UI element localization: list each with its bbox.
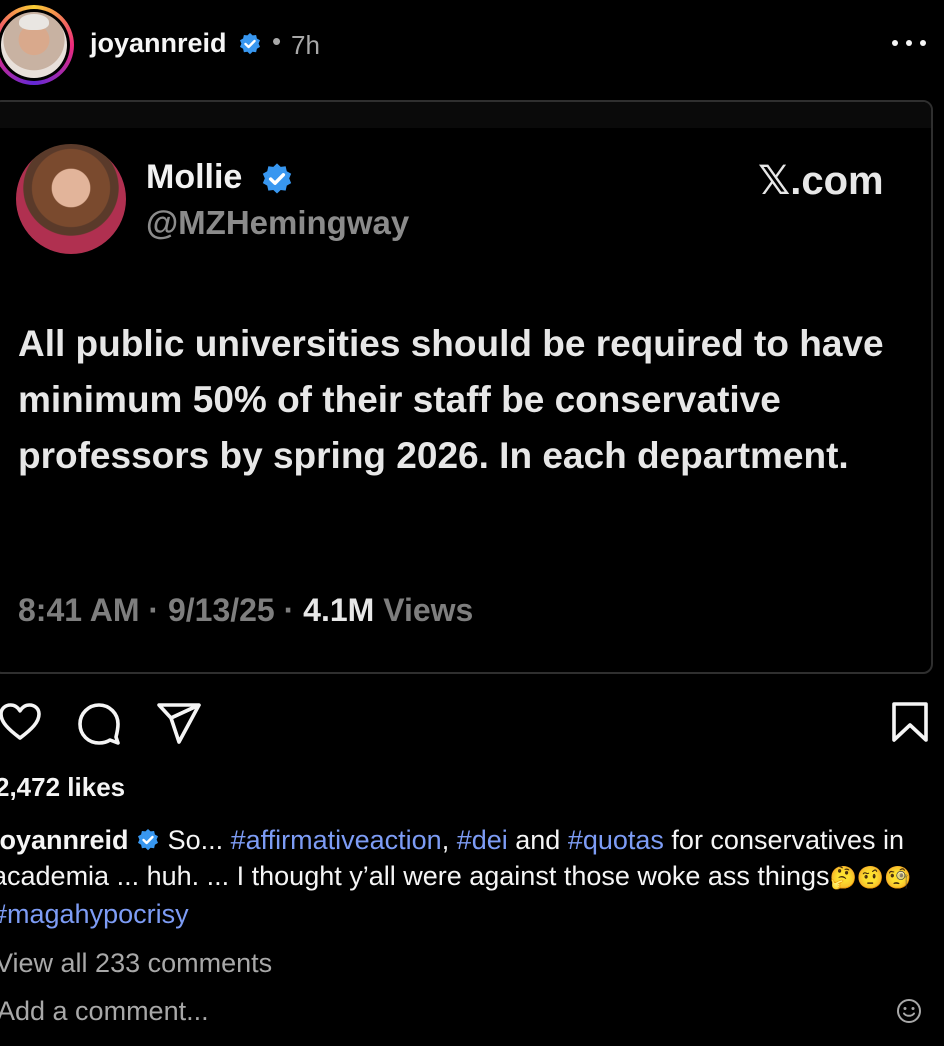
tweet-meta: 8:41 AM · 9/13/25 · 4.1M Views <box>18 592 473 629</box>
tweet-author-handle: @MZHemingway <box>146 204 410 241</box>
caption-emojis: 🤔🤨🧐 <box>829 865 912 890</box>
card-top-bar <box>0 102 931 128</box>
view-all-comments-link[interactable]: View all 233 comments <box>0 948 272 979</box>
caption-text: and <box>507 825 568 855</box>
avatar-border <box>0 9 70 81</box>
hashtag-link[interactable]: #affirmativeaction <box>231 825 442 855</box>
send-icon <box>157 703 201 744</box>
hashtag-link[interactable]: #dei <box>457 825 508 855</box>
comment-icon <box>78 703 120 745</box>
comment-button[interactable] <box>75 700 123 746</box>
tweet-author-avatar <box>16 144 126 254</box>
meta-separator: · <box>148 592 160 628</box>
add-comment-input[interactable]: Add a comment... <box>0 996 209 1027</box>
separator-dot: • <box>272 26 282 56</box>
tweet-date: 9/13/25 <box>167 592 275 628</box>
tweet-text: All public universities should be requir… <box>18 323 884 476</box>
caption-text: So... <box>167 825 231 855</box>
more-dot-icon <box>920 40 926 46</box>
tweet-author-name: Mollie <box>146 158 243 196</box>
meta-separator: · <box>283 592 295 628</box>
embedded-tweet-card[interactable]: Mollie @MZHemingway 𝕏.com All public uni… <box>0 100 933 674</box>
caption-username[interactable]: joyannreid <box>0 825 129 855</box>
caption-verified-badge-icon <box>138 828 159 851</box>
avatar-hair <box>19 14 49 30</box>
tweet-verified-badge-icon <box>262 163 292 194</box>
username[interactable]: joyannreid <box>90 28 227 59</box>
story-ring[interactable] <box>0 5 74 85</box>
more-options-button[interactable] <box>888 28 932 58</box>
post-caption: joyannreid So... #affirmativeaction, #de… <box>0 822 936 932</box>
more-dot-icon <box>906 40 912 46</box>
verified-badge-icon <box>240 33 260 55</box>
tweet-views-label: Views <box>383 592 474 628</box>
bookmark-icon <box>892 702 928 742</box>
heart-icon <box>0 703 41 740</box>
caption-text: , <box>441 825 457 855</box>
post-header: joyannreid • 7h <box>0 0 944 90</box>
tweet-time: 8:41 AM <box>18 592 140 628</box>
tweet-source-label: 𝕏.com <box>758 159 884 203</box>
smiley-icon <box>897 999 921 1023</box>
hashtag-link[interactable]: #magahypocrisy <box>0 899 189 929</box>
hashtag-link[interactable]: #quotas <box>568 825 664 855</box>
share-button[interactable] <box>155 700 203 746</box>
more-dot-icon <box>892 40 898 46</box>
tweet-views-count: 4.1M <box>303 592 375 628</box>
emoji-picker-button[interactable] <box>896 998 922 1029</box>
like-button[interactable] <box>0 700 42 744</box>
save-button[interactable] <box>890 700 930 744</box>
post-time: 7h <box>291 30 320 60</box>
likes-count[interactable]: 2,472 likes <box>0 772 125 803</box>
instagram-post: joyannreid • 7h Mollie @MZHemingway 𝕏.co… <box>0 0 944 1046</box>
avatar[interactable] <box>1 12 67 78</box>
